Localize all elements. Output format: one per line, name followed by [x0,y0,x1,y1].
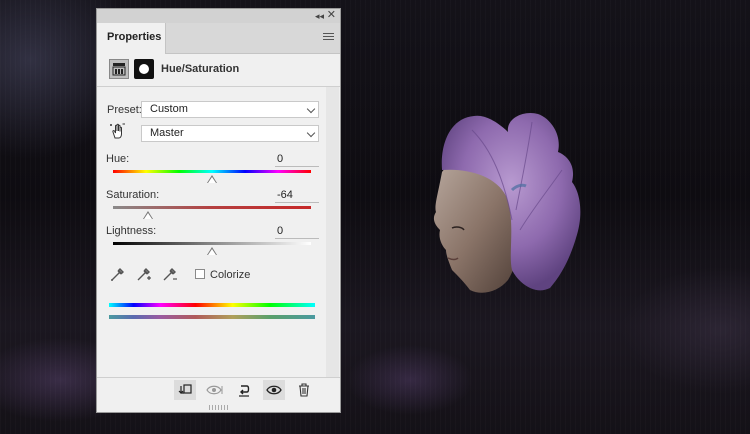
hue-value-field[interactable]: 0 [275,153,319,167]
eyedropper-subtract-icon[interactable] [161,265,179,283]
double-chevron-icon[interactable]: ◂◂ [315,10,324,22]
panel-titlebar[interactable]: ◂◂ ✕ [97,9,340,23]
preset-select[interactable]: Custom [141,101,319,118]
saturation-slider-track[interactable] [113,206,311,209]
adjustment-title: Hue/Saturation [161,63,240,75]
close-icon[interactable]: ✕ [327,9,336,22]
panel-tab-row: Properties [97,23,340,54]
reset-icon[interactable] [233,380,255,400]
adjustment-header: Hue/Saturation [97,54,340,84]
saturation-value-field[interactable]: -64 [275,189,319,203]
panel-footer-toolbar [97,377,340,402]
lightness-label: Lightness: [106,225,157,237]
lightness-value-field[interactable]: 0 [275,225,319,239]
properties-content: Preset: Custom Master Hue: 0 Saturation:… [97,87,325,379]
view-previous-state-icon[interactable] [204,380,226,400]
colorize-checkbox[interactable] [195,269,205,279]
hue-label: Hue: [106,153,130,165]
woman-flower-portrait [433,112,581,293]
channel-select[interactable]: Master [141,125,319,142]
input-color-range-bar [109,303,315,307]
colorize-label: Colorize [210,269,251,281]
hue-slider-track[interactable] [113,170,311,173]
saturation-label: Saturation: [106,189,160,201]
chevron-down-icon [306,128,316,138]
panel-resize-grip[interactable] [209,405,229,410]
targeted-adjustment-hand-icon[interactable] [109,122,127,140]
eyedropper-add-icon[interactable] [135,265,153,283]
properties-panel: ◂◂ ✕ Properties Hue/Saturation Preset: C… [96,8,341,413]
visibility-eye-icon[interactable] [263,380,285,400]
layer-mask-icon[interactable] [134,59,154,79]
preset-value: Custom [150,103,188,115]
preset-label: Preset: [107,104,142,116]
lightness-slider-track[interactable] [113,242,311,245]
channel-value: Master [150,127,184,139]
eyedropper-icon[interactable] [109,265,127,283]
panel-scrollbar[interactable] [326,87,339,379]
clip-to-layer-icon[interactable] [174,380,196,400]
hue-saturation-adjustment-icon[interactable] [109,59,129,79]
trash-icon[interactable] [293,380,315,400]
panel-menu-icon[interactable] [323,33,334,42]
chevron-down-icon [306,104,316,114]
output-color-range-bar [109,315,315,319]
tab-properties[interactable]: Properties [97,23,166,54]
